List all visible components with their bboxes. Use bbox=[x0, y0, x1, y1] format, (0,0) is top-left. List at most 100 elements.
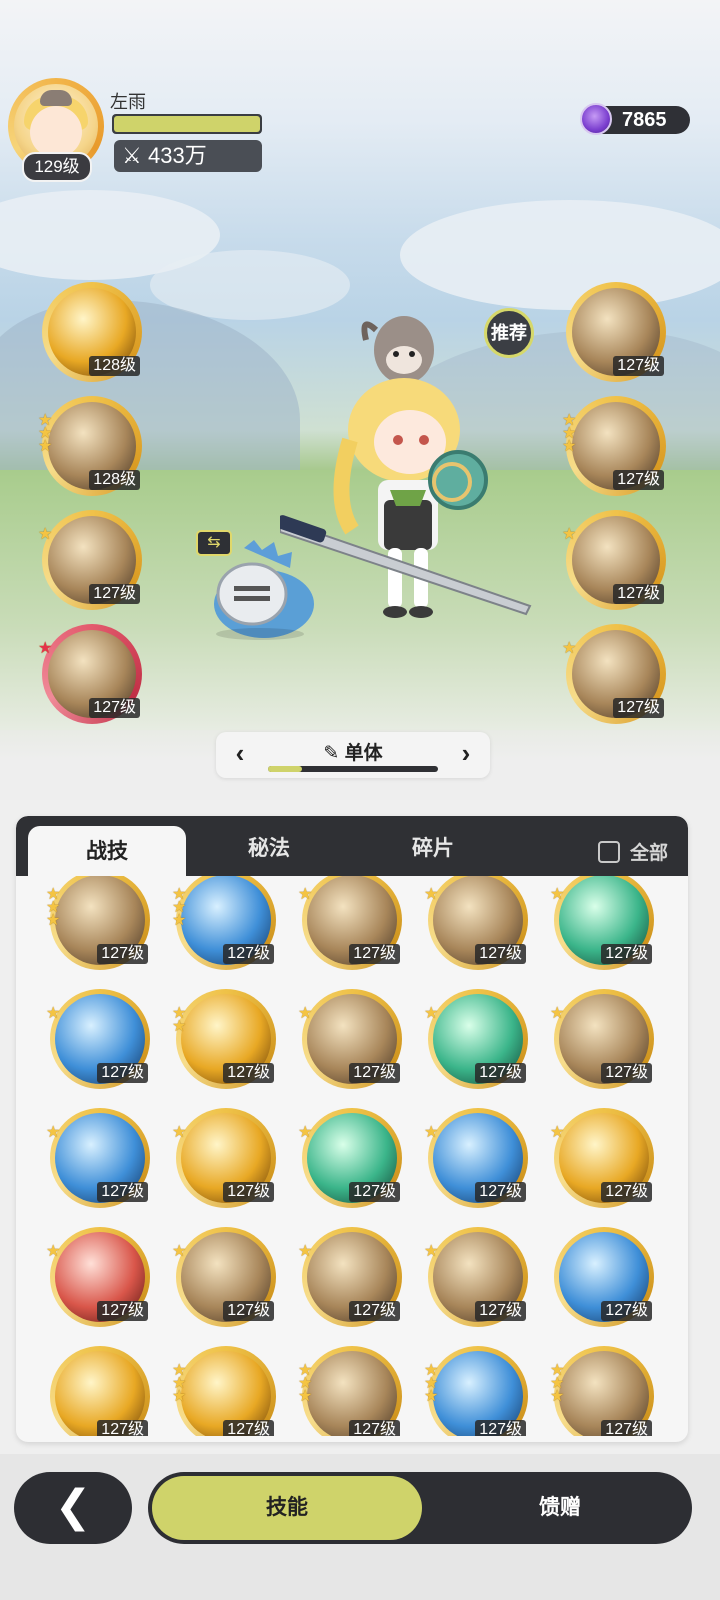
skill-slot[interactable]: 127级 bbox=[554, 1227, 654, 1327]
star-icon: ★ bbox=[562, 438, 577, 455]
skill-slot[interactable]: ★ 127级 bbox=[46, 1227, 150, 1327]
star-icon: ★ bbox=[172, 912, 187, 929]
star-icon: ★ bbox=[550, 1388, 565, 1405]
pencil-icon: ✎ bbox=[323, 743, 345, 764]
skill-slot[interactable]: ★ 127级 bbox=[424, 989, 528, 1089]
star-icon: ★ bbox=[298, 1388, 313, 1405]
mode-progress-bar bbox=[268, 766, 438, 772]
skill-level: 127级 bbox=[349, 1301, 400, 1321]
skill-slot[interactable]: ★ 127级 bbox=[172, 1108, 276, 1208]
star-rating: ★ ★ ★ bbox=[424, 1363, 440, 1405]
skill-level: 127级 bbox=[97, 1063, 148, 1083]
star-rating: ★ ★ ★ bbox=[46, 887, 62, 929]
tab-secret-arts[interactable]: 秘法 bbox=[194, 816, 344, 876]
back-button[interactable]: ❮ bbox=[14, 1472, 132, 1544]
player-hp-bar bbox=[112, 114, 262, 134]
star-icon: ★ bbox=[298, 886, 313, 903]
star-rating: ★ ★ ★ bbox=[550, 1363, 566, 1405]
crossed-swords-icon: ⚔ bbox=[122, 143, 142, 168]
skill-slot[interactable]: 127级 bbox=[50, 1346, 150, 1436]
knight-pet bbox=[204, 540, 316, 640]
skill-slot[interactable]: ★ ★ ★ 127级 bbox=[172, 876, 276, 970]
skill-slot[interactable]: ★ ★ ★ 127级 bbox=[46, 876, 150, 970]
star-icon: ★ bbox=[46, 912, 61, 929]
show-all-checkbox[interactable] bbox=[597, 841, 620, 863]
skill-slot[interactable]: ★ 127级 bbox=[562, 510, 666, 610]
skill-level: 128级 bbox=[89, 470, 140, 490]
star-icon: ★ bbox=[550, 1005, 565, 1022]
skill-level: 127级 bbox=[223, 1301, 274, 1321]
skill-level: 127级 bbox=[349, 1063, 400, 1083]
skill-level: 127级 bbox=[601, 1063, 652, 1083]
skill-slot[interactable]: ★ ★ ★ 127级 bbox=[172, 1346, 276, 1436]
skill-slot[interactable]: ★ ★ 127级 bbox=[172, 989, 276, 1089]
star-icon: ★ bbox=[46, 1005, 61, 1022]
star-icon: ★ bbox=[172, 1243, 187, 1260]
star-icon: ★ bbox=[424, 1124, 439, 1141]
skill-slot[interactable]: ★ 127级 bbox=[298, 876, 402, 970]
skill-level: 127级 bbox=[223, 944, 274, 964]
skill-slot[interactable]: 127级 bbox=[566, 282, 666, 382]
tab-fragments[interactable]: 碎片 bbox=[358, 816, 508, 876]
star-rating: ★ bbox=[298, 1244, 314, 1260]
skill-grid: ★ ★ ★ 127级 ★ ★ ★ 127级 ★ 127级 ★ 127级 ★ 127级 ★ 127级 ★ ★ 127级… bbox=[46, 876, 666, 1436]
star-rating: ★ bbox=[424, 1124, 440, 1141]
star-rating: ★ bbox=[424, 1244, 440, 1260]
skill-slot[interactable]: ★ ★ ★ 127级 bbox=[550, 1346, 654, 1436]
star-rating: ★ bbox=[46, 1005, 62, 1022]
star-rating: ★ bbox=[550, 887, 566, 903]
skill-level: 127级 bbox=[475, 1182, 526, 1202]
currency-counter[interactable]: 7865 bbox=[580, 103, 690, 135]
mode-label: 单体 bbox=[344, 743, 383, 764]
skill-slot[interactable]: ★ 127级 bbox=[424, 1108, 528, 1208]
tab-gifts-button[interactable]: 馈赠 bbox=[432, 1476, 688, 1540]
star-icon: ★ bbox=[46, 1124, 61, 1141]
skill-slot[interactable]: ★ ★ ★ 127级 bbox=[298, 1346, 402, 1436]
skill-slot[interactable]: ★ 127级 bbox=[38, 510, 142, 610]
star-rating: ★ bbox=[562, 527, 578, 543]
skill-slot[interactable]: 128级 bbox=[42, 282, 142, 382]
skill-level: 127级 bbox=[613, 698, 664, 718]
skill-level: 127级 bbox=[223, 1182, 274, 1202]
star-rating: ★ bbox=[550, 1125, 566, 1141]
skill-slot[interactable]: ★ 127级 bbox=[298, 1108, 402, 1208]
mode-selector: ‹ ✎ 单体 › bbox=[216, 732, 490, 778]
skill-level: 127级 bbox=[97, 1182, 148, 1202]
show-all-toggle[interactable]: 全部 bbox=[597, 838, 668, 865]
skill-slot[interactable]: ★ 127级 bbox=[424, 876, 528, 970]
star-rating: ★ bbox=[424, 887, 440, 903]
currency-value: 7865 bbox=[622, 109, 667, 131]
skill-slot[interactable]: ★ 127级 bbox=[172, 1227, 276, 1327]
skill-slot[interactable]: ★ 127级 bbox=[38, 624, 142, 724]
skill-slot[interactable]: ★ ★ ★ 127级 bbox=[424, 1346, 528, 1436]
skill-slot[interactable]: ★ 127级 bbox=[46, 989, 150, 1089]
skill-slot[interactable]: ★ 127级 bbox=[298, 1227, 402, 1327]
show-all-label: 全部 bbox=[629, 843, 668, 864]
skill-slot[interactable]: ★ ★ ★ 127级 bbox=[562, 396, 666, 496]
star-rating: ★ bbox=[172, 1125, 188, 1141]
star-rating: ★ ★ ★ bbox=[562, 413, 578, 455]
player-level-badge: 129级 bbox=[22, 152, 92, 182]
skill-slot[interactable]: ★ 127级 bbox=[46, 1108, 150, 1208]
skill-slot[interactable]: ★ 127级 bbox=[550, 989, 654, 1089]
star-rating: ★ bbox=[298, 1006, 314, 1022]
star-rating: ★ bbox=[38, 526, 54, 543]
skill-level: 127级 bbox=[89, 698, 140, 718]
star-icon: ★ bbox=[38, 438, 53, 455]
skill-slot[interactable]: ★ 127级 bbox=[424, 1227, 528, 1327]
skill-slot[interactable]: ★ 127级 bbox=[298, 989, 402, 1089]
skill-level: 127级 bbox=[613, 356, 664, 376]
skill-level: 127级 bbox=[475, 1301, 526, 1321]
skill-level: 127级 bbox=[97, 944, 148, 964]
tab-combat-skills[interactable]: 战技 bbox=[28, 826, 186, 876]
purple-gem-icon bbox=[580, 103, 612, 135]
tab-skills-button[interactable]: 技能 bbox=[152, 1476, 422, 1540]
star-icon: ★ bbox=[38, 526, 53, 543]
star-rating: ★ bbox=[172, 1243, 188, 1260]
skill-slot[interactable]: ★ 127级 bbox=[550, 1108, 654, 1208]
skill-slot[interactable]: ★ 127级 bbox=[562, 624, 666, 724]
skill-slot[interactable]: ★ 127级 bbox=[550, 876, 654, 970]
mode-next-arrow-icon[interactable]: › bbox=[448, 736, 484, 770]
hero-character bbox=[276, 310, 540, 630]
skill-slot[interactable]: ★ ★ ★ 128级 bbox=[38, 396, 142, 496]
